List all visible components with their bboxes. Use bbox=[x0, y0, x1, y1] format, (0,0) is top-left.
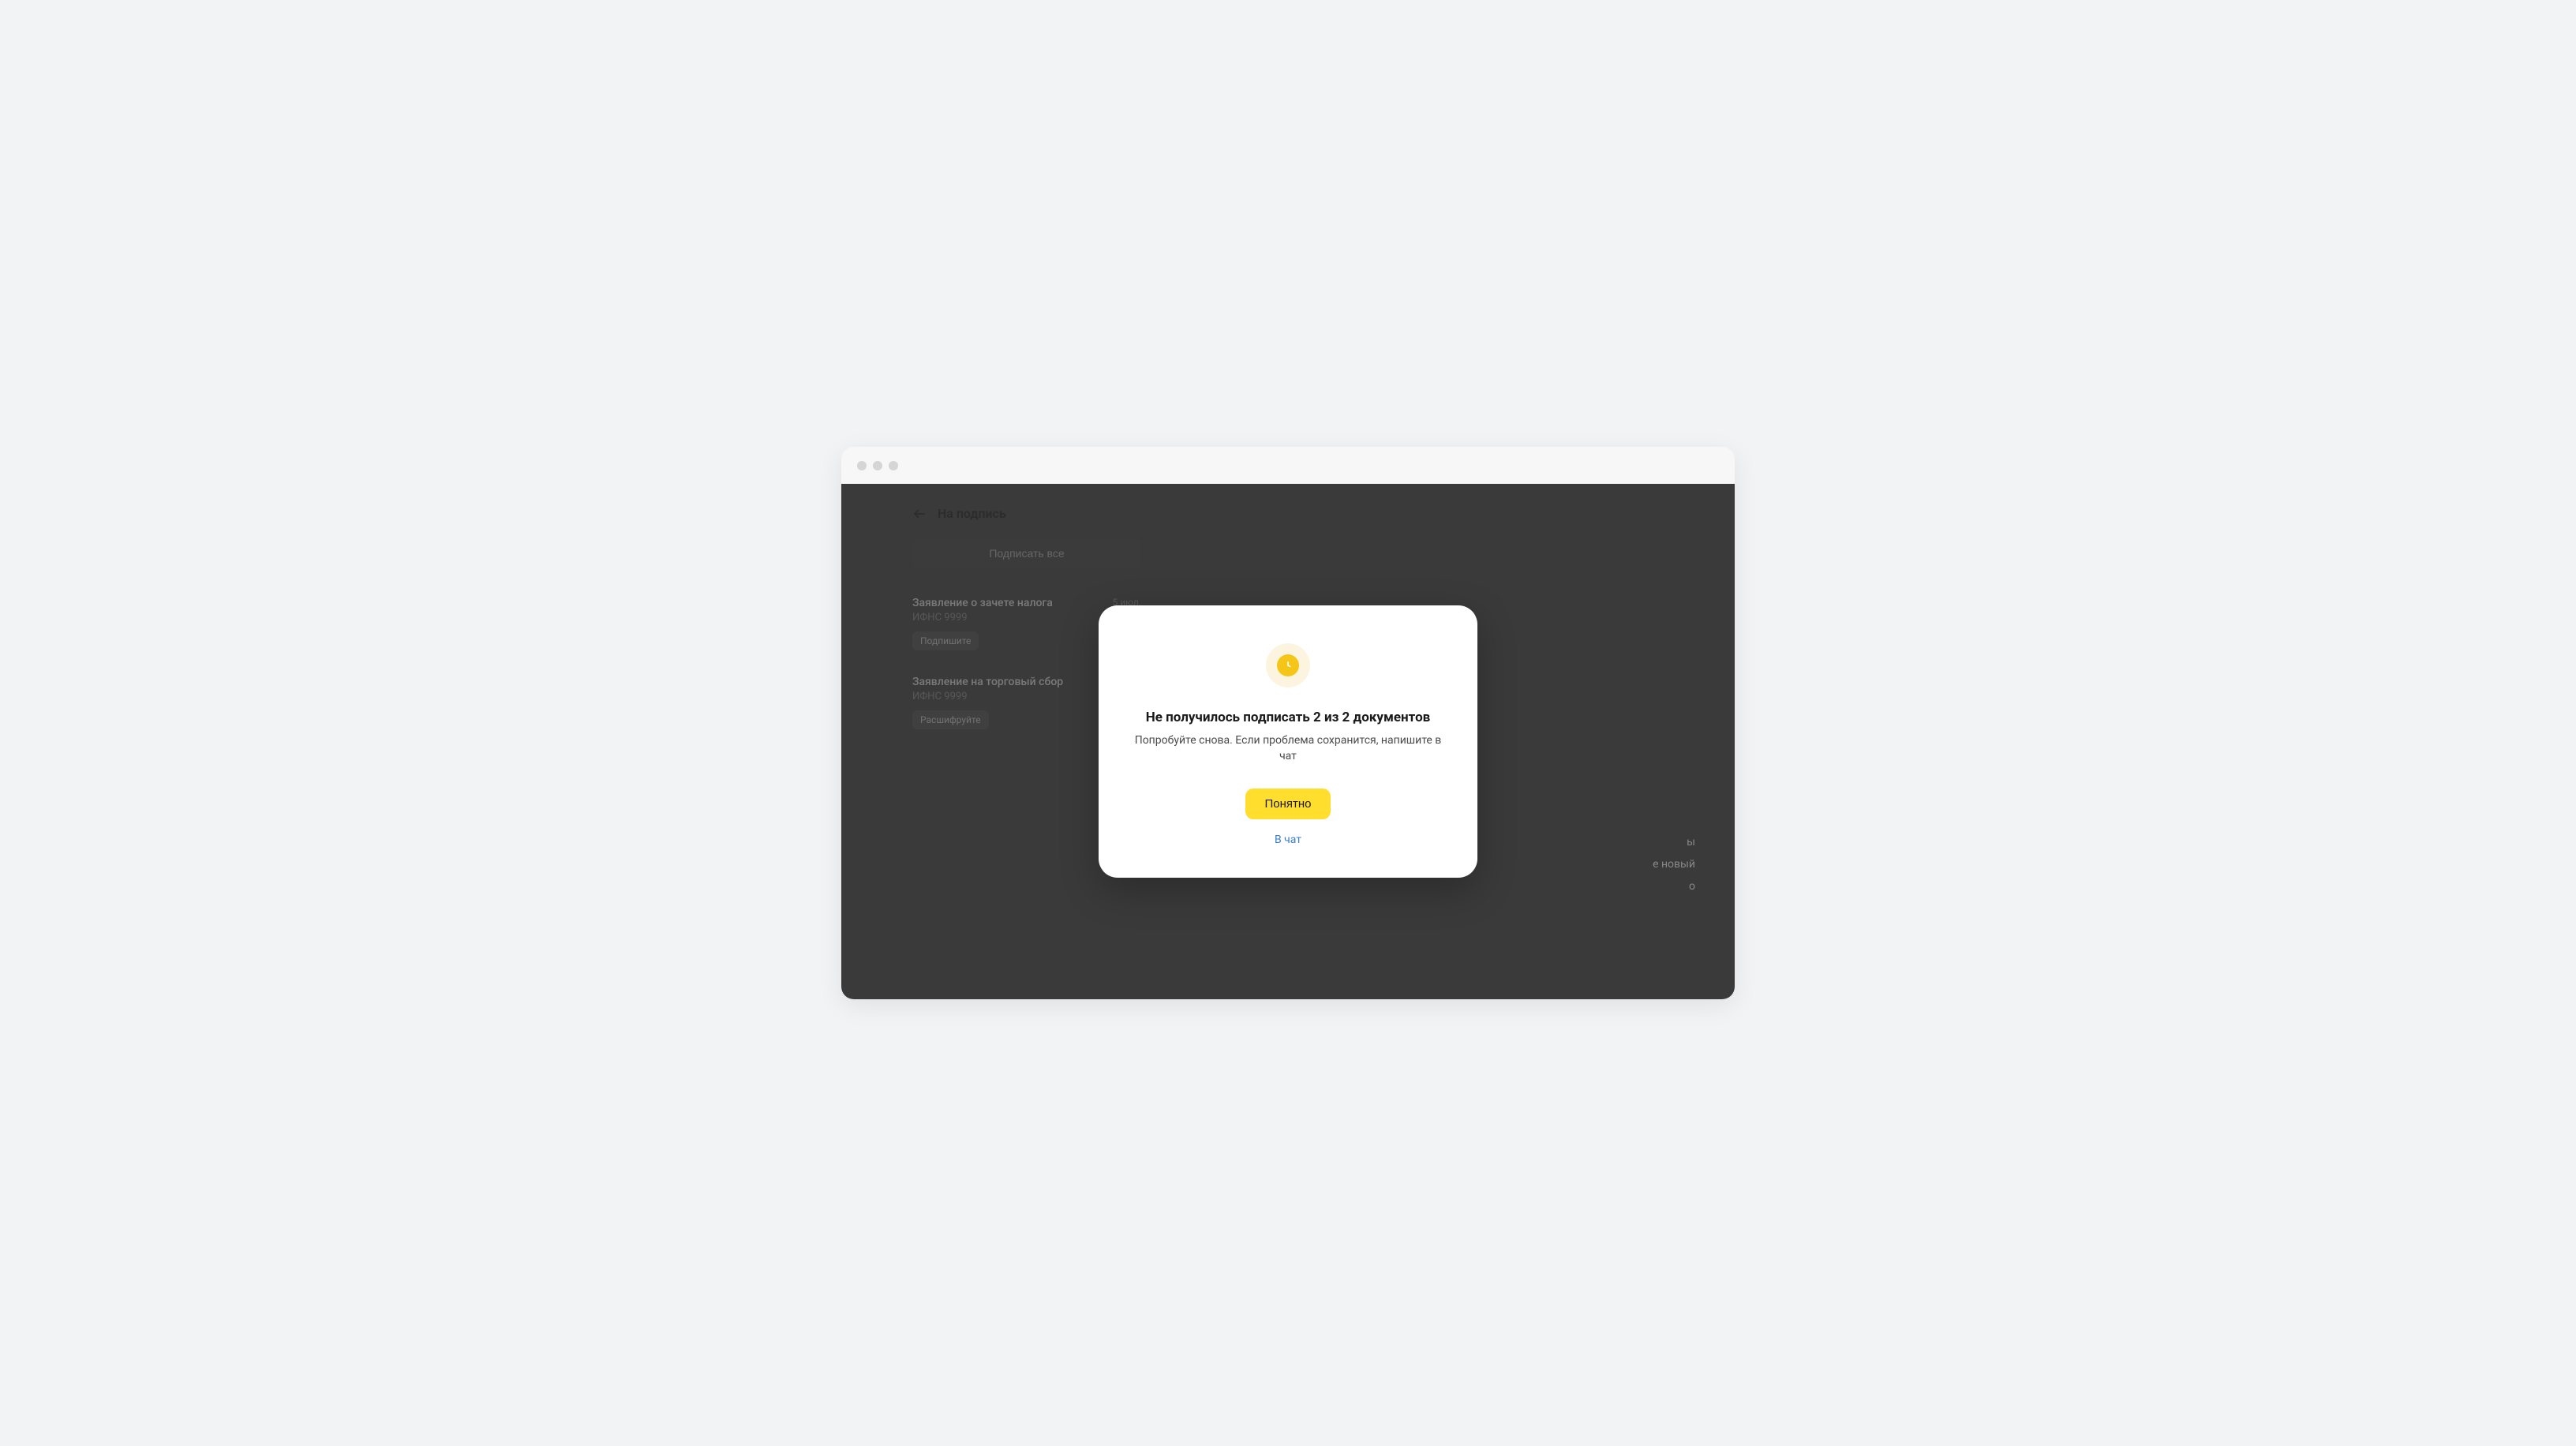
window-titlebar bbox=[841, 447, 1735, 484]
app-body: На подпись Подписать все Заявление о зач… bbox=[841, 484, 1735, 999]
error-modal: Не получилось подписать 2 из 2 документо… bbox=[1099, 605, 1477, 877]
clock-icon bbox=[1277, 654, 1299, 676]
app-window: На подпись Подписать все Заявление о зач… bbox=[841, 447, 1735, 999]
window-minimize-button[interactable] bbox=[873, 461, 882, 470]
ok-button[interactable]: Понятно bbox=[1245, 789, 1330, 819]
modal-icon-circle bbox=[1266, 643, 1310, 687]
window-maximize-button[interactable] bbox=[889, 461, 898, 470]
modal-title: Не получилось подписать 2 из 2 документо… bbox=[1133, 710, 1443, 725]
modal-overlay: Не получилось подписать 2 из 2 документо… bbox=[841, 484, 1735, 999]
chat-link[interactable]: В чат bbox=[1133, 834, 1443, 846]
modal-description: Попробуйте снова. Если проблема сохранит… bbox=[1133, 733, 1443, 764]
window-close-button[interactable] bbox=[857, 461, 867, 470]
